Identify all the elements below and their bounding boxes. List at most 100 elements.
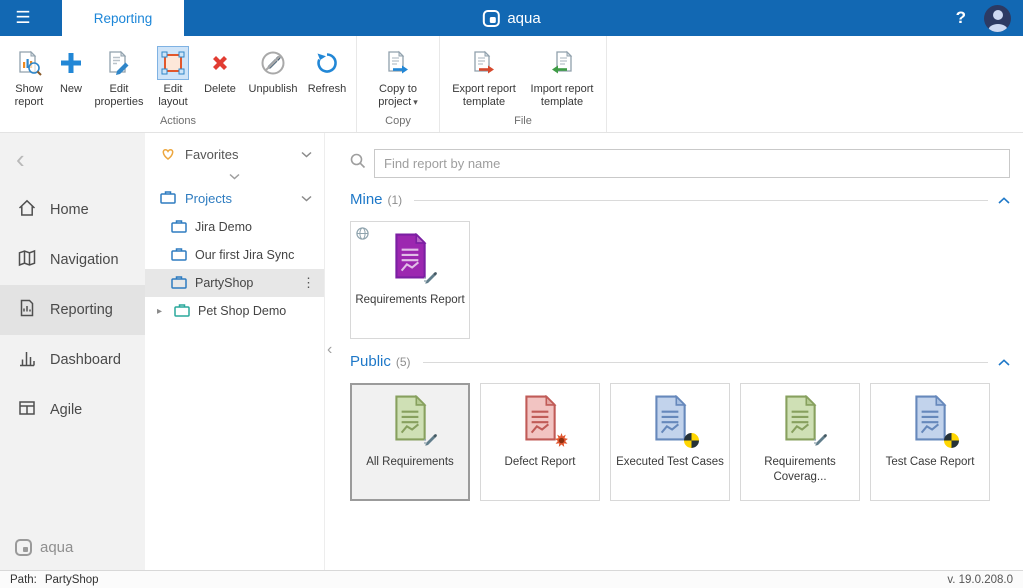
help-button[interactable]: ?: [956, 8, 966, 28]
aqua-logo-gray-icon: [15, 539, 32, 556]
hamburger-menu-button[interactable]: ☰: [0, 0, 46, 36]
report-card-test-case-report[interactable]: Test Case Report: [870, 383, 990, 501]
briefcase-icon: [174, 303, 190, 320]
tree-item-our-first-jira-sync[interactable]: Our first Jira Sync: [145, 241, 324, 269]
report-card-all-requirements[interactable]: All Requirements: [350, 383, 470, 501]
report-card-title: Executed Test Cases: [612, 455, 728, 470]
pen-badge-icon: [423, 270, 439, 291]
refresh-label: Refresh: [308, 83, 347, 96]
tab-reporting[interactable]: Reporting: [62, 0, 184, 36]
test-badge-icon: [684, 433, 699, 453]
tree-item-label: PartyShop: [195, 276, 253, 290]
tree-item-label: Pet Shop Demo: [198, 304, 286, 318]
report-card-title: Test Case Report: [882, 455, 979, 470]
chevron-up-icon: [998, 359, 1010, 366]
export-template-icon: [468, 46, 500, 80]
copy-to-project-icon: [382, 46, 414, 80]
splitter-chevron-icon: [229, 173, 240, 180]
kebab-menu-icon[interactable]: ⋮: [302, 275, 315, 291]
export-template-button[interactable]: Export report template: [445, 43, 523, 112]
user-avatar[interactable]: [984, 5, 1011, 32]
sidebar-item-label: Agile: [50, 402, 82, 418]
report-card-requirements-report[interactable]: Requirements Report: [350, 221, 470, 339]
favorites-splitter[interactable]: [145, 169, 324, 184]
public-cards: All Requirements Defect Report Executed …: [350, 383, 1010, 501]
section-title: Mine: [350, 191, 383, 208]
tree-item-jira-demo[interactable]: Jira Demo: [145, 213, 324, 241]
sidebar-item-navigation[interactable]: Navigation: [0, 235, 145, 285]
refresh-button[interactable]: Refresh: [303, 43, 351, 99]
report-card-title: All Requirements: [362, 455, 458, 470]
tree-item-pet-shop-demo[interactable]: ▸ Pet Shop Demo: [145, 297, 324, 325]
sidebar-item-agile[interactable]: Agile: [0, 385, 145, 435]
show-report-button[interactable]: Show report: [5, 43, 53, 112]
import-template-button[interactable]: Import report template: [523, 43, 601, 112]
bug-badge-icon: [554, 433, 569, 453]
search-input[interactable]: [375, 156, 1009, 171]
reports-content: ‹ Mine (1) Requirements Report: [325, 133, 1023, 570]
bar-chart-icon: [17, 348, 37, 372]
report-icon: [17, 298, 37, 322]
delete-button[interactable]: Delete: [197, 43, 243, 99]
favorites-header[interactable]: Favorites: [145, 140, 324, 169]
section-title: Public: [350, 353, 391, 370]
show-report-label: Show report: [7, 83, 51, 109]
dropdown-caret-icon: ▾: [413, 97, 418, 107]
back-chevron-icon: ‹: [16, 144, 25, 175]
section-collapse-button[interactable]: [998, 357, 1010, 366]
projects-header[interactable]: Projects: [145, 184, 324, 213]
ribbon-group-copy: Copy to project▾ Copy: [357, 36, 440, 132]
sidebar-item-label: Dashboard: [50, 352, 121, 368]
tree-item-partyshop[interactable]: PartyShop ⋮: [145, 269, 324, 297]
sidebar-item-label: Reporting: [50, 302, 113, 318]
mine-cards: Requirements Report: [350, 221, 1010, 339]
search-box: [374, 149, 1010, 178]
import-template-icon: [546, 46, 578, 80]
globe-icon: [356, 227, 369, 245]
path-label: Path:: [10, 574, 37, 586]
unpublish-icon: [257, 46, 289, 80]
sidebar: ‹ Home Navigation Reporting Dashboard Ag…: [0, 133, 145, 570]
edit-properties-button[interactable]: Edit properties: [89, 43, 149, 112]
briefcase-icon: [171, 219, 187, 236]
test-badge-icon: [944, 433, 959, 453]
edit-properties-label: Edit properties: [91, 83, 147, 109]
top-bar: ☰ Reporting aqua ?: [0, 0, 1023, 36]
unpublish-button[interactable]: Unpublish: [243, 43, 303, 99]
sidebar-item-label: Navigation: [50, 252, 119, 268]
refresh-icon: [311, 46, 343, 80]
section-divider: [423, 362, 988, 363]
panel-collapse-handle[interactable]: ‹: [327, 341, 332, 359]
export-template-label: Export report template: [447, 83, 521, 109]
projects-label: Projects: [185, 191, 232, 206]
copy-to-project-button[interactable]: Copy to project▾: [362, 43, 434, 112]
version-label: v. 19.0.208.0: [947, 574, 1013, 586]
sidebar-item-dashboard[interactable]: Dashboard: [0, 335, 145, 385]
section-divider: [414, 200, 988, 201]
chevron-down-icon: [301, 195, 312, 202]
sidebar-collapse-button[interactable]: ‹: [0, 133, 145, 185]
section-count: (5): [396, 355, 411, 369]
edit-layout-icon: [157, 46, 189, 80]
section-collapse-button[interactable]: [998, 195, 1010, 204]
report-card-defect-report[interactable]: Defect Report: [480, 383, 600, 501]
copy-to-project-label: Copy to project▾: [364, 83, 432, 109]
ribbon-group-file: Export report template Import report tem…: [440, 36, 607, 132]
edit-layout-button[interactable]: Edit layout: [149, 43, 197, 112]
new-button[interactable]: New: [53, 43, 89, 99]
new-plus-icon: [55, 46, 87, 80]
briefcase-icon: [160, 190, 176, 207]
favorites-label: Favorites: [185, 147, 238, 162]
pen-badge-icon: [423, 432, 439, 453]
ribbon-group-label-file: File: [445, 112, 601, 132]
sidebar-item-home[interactable]: Home: [0, 185, 145, 235]
report-card-executed-test-cases[interactable]: Executed Test Cases: [610, 383, 730, 501]
report-card-requirements-coverage[interactable]: Requirements Coverag...: [740, 383, 860, 501]
ribbon-group-label-actions: Actions: [5, 112, 351, 132]
expand-arrow-icon[interactable]: ▸: [157, 306, 166, 317]
new-label: New: [60, 83, 82, 96]
project-tree-panel: Favorites Projects Jira Demo Our first J…: [145, 133, 325, 570]
ribbon-group-actions: Show report New Edit properties Edit lay…: [0, 36, 357, 132]
hamburger-icon: ☰: [15, 8, 30, 28]
sidebar-item-reporting[interactable]: Reporting: [0, 285, 145, 335]
